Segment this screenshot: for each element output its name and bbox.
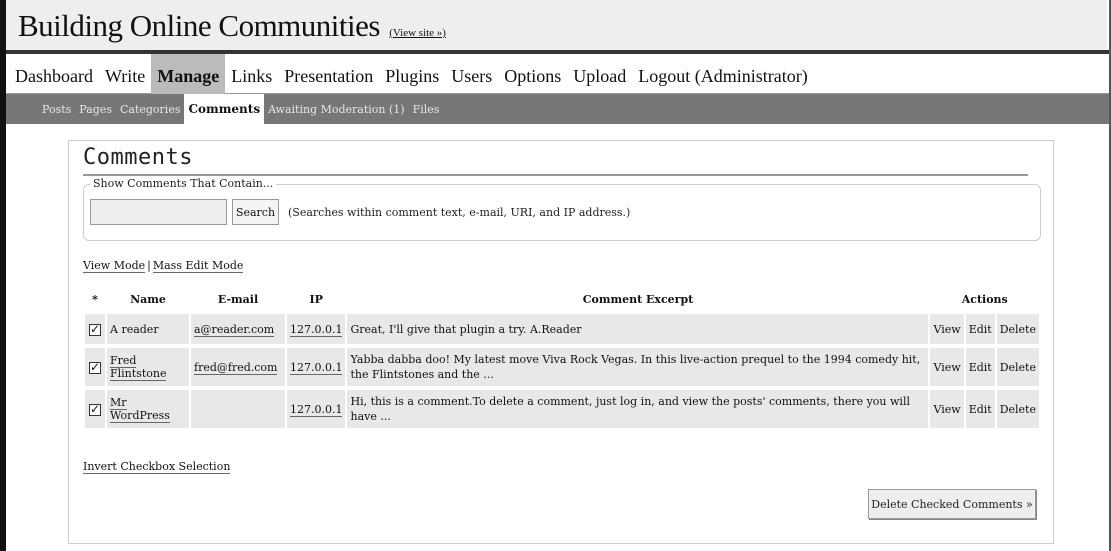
name-cell: Mr WordPress: [107, 390, 189, 428]
comment-excerpt: Yabba dabba doo! My latest move Viva Roc…: [347, 348, 929, 386]
ip-cell: 127.0.0.1: [287, 390, 346, 428]
site-header: Building Online Communities (View site »…: [6, 0, 1107, 50]
sub-nav-list: Posts Pages Categories Comments Awaiting Mod…: [6, 94, 1109, 124]
delete-comment-link[interactable]: Delete: [996, 390, 1039, 428]
view-comment-link[interactable]: View: [930, 348, 964, 386]
ip-link[interactable]: 127.0.0.1: [290, 360, 343, 375]
search-fieldset: Show Comments That Contain... Search (Se…: [83, 177, 1041, 241]
select-cell: ✓: [85, 348, 105, 386]
main-nav-item-logout-administrator[interactable]: Logout (Administrator): [632, 54, 813, 94]
select-cell: ✓: [85, 314, 105, 344]
commenter-name-link[interactable]: Fred Flintstone: [110, 354, 167, 381]
view-comment-link[interactable]: View: [930, 390, 964, 428]
main-nav-item-write[interactable]: Write: [99, 54, 151, 94]
mode-separator: |: [147, 259, 151, 272]
table-row: ✓ Fred Flintstone fred@fred.com 127.0.0.1 Ya…: [85, 348, 1039, 386]
page-title: Comments: [83, 145, 193, 170]
ip-link[interactable]: 127.0.0.1: [290, 402, 343, 417]
header-name: Name: [130, 292, 166, 306]
main-nav-item-manage[interactable]: Manage: [151, 54, 226, 94]
delete-checked-button[interactable]: Delete Checked Comments »: [868, 489, 1036, 519]
search-input[interactable]: [90, 199, 227, 225]
sub-nav-item-pages[interactable]: Pages: [75, 94, 116, 124]
commenter-email-link[interactable]: a@reader.com: [194, 322, 275, 337]
comments-body: ✓ A reader a@reader.com 127.0.0.1 Great, I'l…: [85, 314, 1039, 428]
email-cell: [191, 390, 285, 428]
checkmark-icon: ✓: [90, 321, 101, 336]
ip-cell: 127.0.0.1: [287, 348, 346, 386]
main-nav-item-dashboard[interactable]: Dashboard: [9, 54, 99, 94]
view-comment-link[interactable]: View: [930, 314, 964, 344]
name-cell: Fred Flintstone: [107, 348, 189, 386]
commenter-email-link[interactable]: fred@fred.com: [194, 360, 278, 375]
edit-comment-link[interactable]: Edit: [965, 348, 995, 386]
main-nav-item-options[interactable]: Options: [498, 54, 567, 94]
main-nav-list: Dashboard Write Manage Links Presentation Plu…: [6, 54, 1109, 94]
checkmark-icon: ✓: [90, 359, 101, 374]
edit-comment-link[interactable]: Edit: [965, 390, 995, 428]
commenter-name: A reader: [110, 322, 159, 336]
invert-selection-link[interactable]: Invert Checkbox Selection: [83, 460, 231, 474]
delete-comment-link[interactable]: Delete: [996, 314, 1039, 344]
table-row: ✓ A reader a@reader.com 127.0.0.1 Great, I'l…: [85, 314, 1039, 344]
view-site-link[interactable]: (View site »): [389, 27, 446, 39]
table-header-row: * Name E-mail IP Comment Excerpt Actions: [85, 288, 1039, 310]
header-excerpt: Comment Excerpt: [582, 292, 694, 306]
main-nav-item-upload[interactable]: Upload: [567, 54, 632, 94]
comments-panel: Comments Show Comments That Contain... S…: [68, 140, 1054, 544]
main-nav-item-users[interactable]: Users: [445, 54, 498, 94]
main-nav-item-presentation[interactable]: Presentation: [278, 54, 379, 94]
view-mode-link[interactable]: View Mode: [83, 259, 146, 273]
email-cell: fred@fred.com: [191, 348, 285, 386]
title-divider: [83, 174, 1028, 176]
mass-edit-mode-link[interactable]: Mass Edit Mode: [152, 259, 244, 273]
ip-link[interactable]: 127.0.0.1: [290, 322, 343, 337]
main-nav-item-plugins[interactable]: Plugins: [379, 54, 445, 94]
email-cell: a@reader.com: [191, 314, 285, 344]
sub-nav: Posts Pages Categories Comments Awaiting Mod…: [6, 94, 1109, 124]
search-legend: Show Comments That Contain...: [90, 177, 277, 190]
comment-excerpt: Hi, this is a comment.To delete a commen…: [347, 390, 929, 428]
header-email: E-mail: [217, 292, 259, 306]
main-nav-item-links[interactable]: Links: [225, 54, 278, 94]
ip-cell: 127.0.0.1: [287, 314, 346, 344]
table-row: ✓ Mr WordPress 127.0.0.1 Hi, this is a comm…: [85, 390, 1039, 428]
checkmark-icon: ✓: [90, 401, 101, 416]
sub-nav-item-posts[interactable]: Posts: [38, 94, 75, 124]
site-title: Building Online Communities (View site »…: [18, 8, 446, 44]
comments-table: * Name E-mail IP Comment Excerpt Actions…: [83, 284, 1041, 432]
sub-nav-item-files[interactable]: Files: [409, 94, 444, 124]
sub-nav-item-awaiting-moderation-1[interactable]: Awaiting Moderation (1): [264, 94, 408, 124]
select-cell: ✓: [85, 390, 105, 428]
edit-comment-link[interactable]: Edit: [965, 314, 995, 344]
main-nav: Dashboard Write Manage Links Presentation Plu…: [6, 54, 1109, 94]
row-checkbox[interactable]: ✓: [89, 321, 101, 336]
sub-nav-item-comments[interactable]: Comments: [184, 94, 265, 124]
row-checkbox[interactable]: ✓: [89, 401, 101, 416]
sub-nav-item-categories[interactable]: Categories: [116, 94, 185, 124]
header-actions: Actions: [961, 292, 1008, 306]
delete-comment-link[interactable]: Delete: [996, 348, 1039, 386]
name-cell: A reader: [107, 314, 189, 344]
commenter-name-link[interactable]: Mr WordPress: [110, 396, 170, 423]
search-button[interactable]: Search: [232, 199, 279, 225]
row-checkbox[interactable]: ✓: [89, 359, 101, 374]
header-ip: IP: [309, 292, 323, 306]
search-hint: (Searches within comment text, e-mail, U…: [288, 206, 631, 219]
comment-excerpt: Great, I'll give that plugin a try. A.Re…: [347, 314, 929, 344]
site-title-text: Building Online Communities: [18, 8, 380, 43]
header-select: *: [92, 292, 98, 306]
mode-links: View Mode | Mass Edit Mode: [83, 259, 244, 273]
